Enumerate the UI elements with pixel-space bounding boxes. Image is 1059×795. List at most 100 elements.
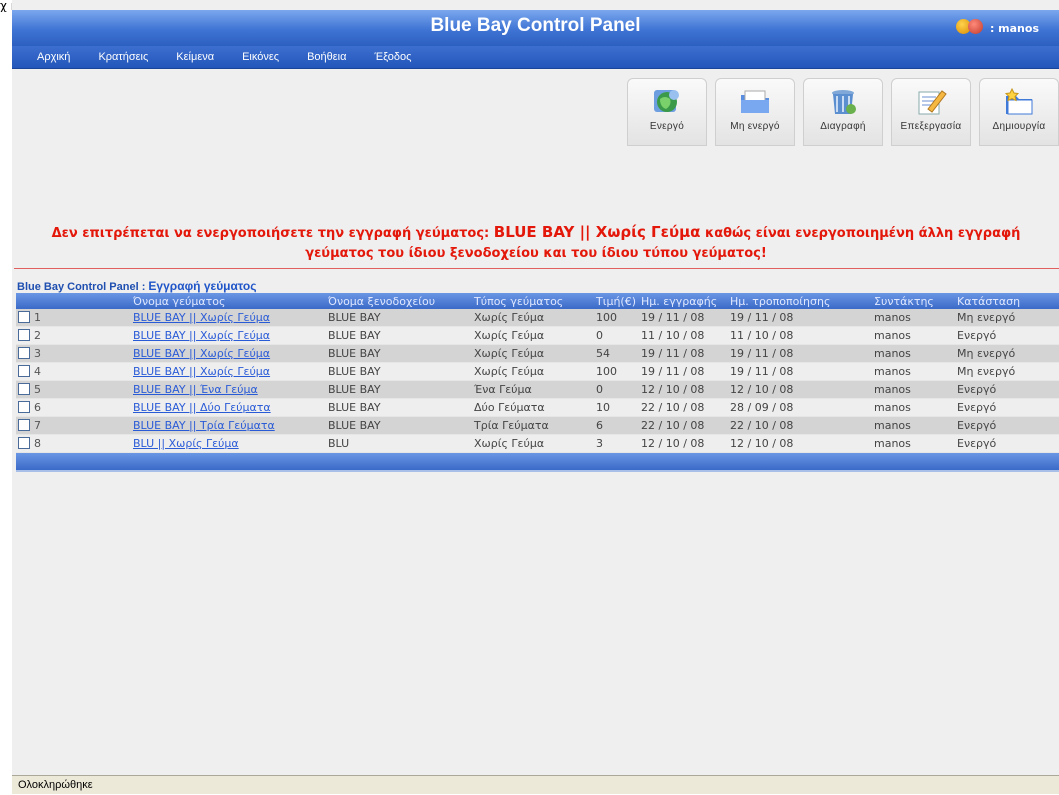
table-row: 4 BLUE BAY || Χωρίς Γεύμα BLUE BAY Χωρίς Γε… <box>16 362 1059 381</box>
cell-created: 22 / 10 / 08 <box>639 398 728 417</box>
toolbar-button-2[interactable]: Διαγραφή <box>803 78 883 146</box>
cell-author: manos <box>872 309 955 327</box>
cell-type: Χωρίς Γεύμα <box>472 434 594 453</box>
meal-name-link[interactable]: BLUE BAY || Δύο Γεύματα <box>133 401 271 414</box>
cell-price: 6 <box>594 416 639 435</box>
cell-type: Ένα Γεύμα <box>472 380 594 399</box>
column-header-4[interactable]: Τιμή(€) <box>594 293 639 309</box>
toolbar-button-4[interactable]: Δημιουργία <box>979 78 1059 146</box>
username-label: : manos <box>989 21 1039 35</box>
column-header-2[interactable]: Όνομα ξενοδοχείου <box>326 293 472 309</box>
toolbar-button-label: Ενεργό <box>649 121 685 132</box>
breadcrumb-separator: : <box>138 281 149 293</box>
cell-status: Μη ενεργό <box>955 362 1059 381</box>
table-row: 3 BLUE BAY || Χωρίς Γεύμα BLUE BAY Χωρίς Γε… <box>16 344 1059 363</box>
meal-name-link[interactable]: BLUE BAY || Χωρίς Γεύμα <box>133 365 270 378</box>
cell-type: Τρία Γεύματα <box>472 416 594 435</box>
user-box: : manos <box>955 19 1039 37</box>
cell-created: 22 / 10 / 08 <box>639 416 728 435</box>
toolbar-button-label: Μη ενεργό <box>730 121 780 132</box>
nav-item-4[interactable]: Βοήθεια <box>293 51 360 63</box>
row-number: 5 <box>34 383 41 396</box>
cell-price: 0 <box>594 326 639 345</box>
row-checkbox[interactable] <box>18 329 30 341</box>
column-header-7[interactable]: Συντάκτης <box>872 293 955 309</box>
cell-price: 0 <box>594 380 639 399</box>
status-bar: Ολοκληρώθηκε <box>12 775 1059 794</box>
row-checkbox[interactable] <box>18 311 30 323</box>
activate-globe-icon <box>650 87 684 117</box>
cell-created: 19 / 11 / 08 <box>639 344 728 363</box>
meal-name-link[interactable]: BLUE BAY || Χωρίς Γεύμα <box>133 347 270 360</box>
cell-author: manos <box>872 434 955 453</box>
meal-name-cell: BLUE BAY || Ένα Γεύμα <box>131 380 326 399</box>
toolbar-button-1[interactable]: Μη ενεργό <box>715 78 795 146</box>
cell-created: 19 / 11 / 08 <box>639 309 728 327</box>
cell-hotel: BLUE BAY <box>326 398 472 417</box>
row-checkbox[interactable] <box>18 437 30 449</box>
toolbar-button-label: Δημιουργία <box>992 121 1046 132</box>
app-header: Blue Bay Control Panel : manos <box>12 10 1059 47</box>
row-checkbox[interactable] <box>18 419 30 431</box>
cell-status: Ενεργό <box>955 326 1059 345</box>
cell-type: Χωρίς Γεύμα <box>472 309 594 327</box>
column-header-6[interactable]: Ημ. τροποποίησης <box>728 293 872 309</box>
error-message: Δεν επιτρέπεται να ενεργοποιήσετε την εγ… <box>16 222 1056 264</box>
edit-pencil-icon <box>914 87 948 117</box>
cell-author: manos <box>872 398 955 417</box>
meal-name-link[interactable]: BLUE BAY || Ένα Γεύμα <box>133 383 258 396</box>
users-icon <box>955 19 986 37</box>
column-header-3[interactable]: Τύπος γεύματος <box>472 293 594 309</box>
meal-name-link[interactable]: BLUE BAY || Χωρίς Γεύμα <box>133 311 270 324</box>
create-new-icon <box>1002 87 1036 117</box>
row-select-cell: 6 <box>16 398 131 417</box>
meal-name-link[interactable]: BLUE BAY || Τρία Γεύματα <box>133 419 275 432</box>
cell-author: manos <box>872 344 955 363</box>
meals-table: Όνομα γεύματος Όνομα ξενοδοχείου Τύπος γεύ… <box>16 293 1059 453</box>
divider <box>14 268 1059 269</box>
meal-name-link[interactable]: BLUE BAY || Χωρίς Γεύμα <box>133 329 270 342</box>
row-number: 3 <box>34 347 41 360</box>
row-checkbox[interactable] <box>18 365 30 377</box>
cell-modified: 28 / 09 / 08 <box>728 398 872 417</box>
error-prefix: Δεν επιτρέπεται να ενεργοποιήσετε την εγ… <box>51 226 494 241</box>
cell-modified: 12 / 10 / 08 <box>728 434 872 453</box>
nav-item-5[interactable]: Έξοδος <box>360 51 425 63</box>
meal-name-cell: BLU || Χωρίς Γεύμα <box>131 434 326 453</box>
cell-status: Μη ενεργό <box>955 344 1059 363</box>
nav-item-3[interactable]: Εικόνες <box>228 51 293 63</box>
cell-modified: 11 / 10 / 08 <box>728 326 872 345</box>
cell-hotel: BLUE BAY <box>326 344 472 363</box>
column-header-1[interactable]: Όνομα γεύματος <box>131 293 326 309</box>
cell-status: Ενεργό <box>955 380 1059 399</box>
cell-price: 3 <box>594 434 639 453</box>
cell-created: 12 / 10 / 08 <box>639 380 728 399</box>
cell-type: Χωρίς Γεύμα <box>472 362 594 381</box>
meal-name-cell: BLUE BAY || Χωρίς Γεύμα <box>131 326 326 345</box>
cell-status: Ενεργό <box>955 416 1059 435</box>
row-number: 1 <box>34 311 41 324</box>
row-checkbox[interactable] <box>18 401 30 413</box>
main-nav: Αρχική Κρατήσεις Κείμενα Εικόνες Βοήθεια Έξοδ… <box>12 46 1059 69</box>
cell-type: Δύο Γεύματα <box>472 398 594 417</box>
column-header-8[interactable]: Κατάσταση <box>955 293 1059 309</box>
table-row: 5 BLUE BAY || Ένα Γεύμα BLUE BAY Ένα Γεύμα 0… <box>16 380 1059 399</box>
nav-item-2[interactable]: Κείμενα <box>162 51 228 63</box>
table-row: 7 BLUE BAY || Τρία Γεύματα BLUE BAY Τρία Γε… <box>16 416 1059 435</box>
row-checkbox[interactable] <box>18 347 30 359</box>
toolbar-button-0[interactable]: Ενεργό <box>627 78 707 146</box>
toolbar-button-3[interactable]: Επεξεργασία <box>891 78 971 146</box>
cell-price: 100 <box>594 362 639 381</box>
cell-created: 12 / 10 / 08 <box>639 434 728 453</box>
nav-item-1[interactable]: Κρατήσεις <box>84 51 162 63</box>
cell-type: Χωρίς Γεύμα <box>472 344 594 363</box>
column-header-5[interactable]: Ημ. εγγραφής <box>639 293 728 309</box>
row-number: 7 <box>34 419 41 432</box>
meal-name-link[interactable]: BLU || Χωρίς Γεύμα <box>133 437 239 450</box>
meal-name-cell: BLUE BAY || Δύο Γεύματα <box>131 398 326 417</box>
row-checkbox[interactable] <box>18 383 30 395</box>
cell-type: Χωρίς Γεύμα <box>472 326 594 345</box>
nav-item-0[interactable]: Αρχική <box>12 51 84 63</box>
column-header-0 <box>16 293 131 309</box>
row-select-cell: 7 <box>16 416 131 435</box>
